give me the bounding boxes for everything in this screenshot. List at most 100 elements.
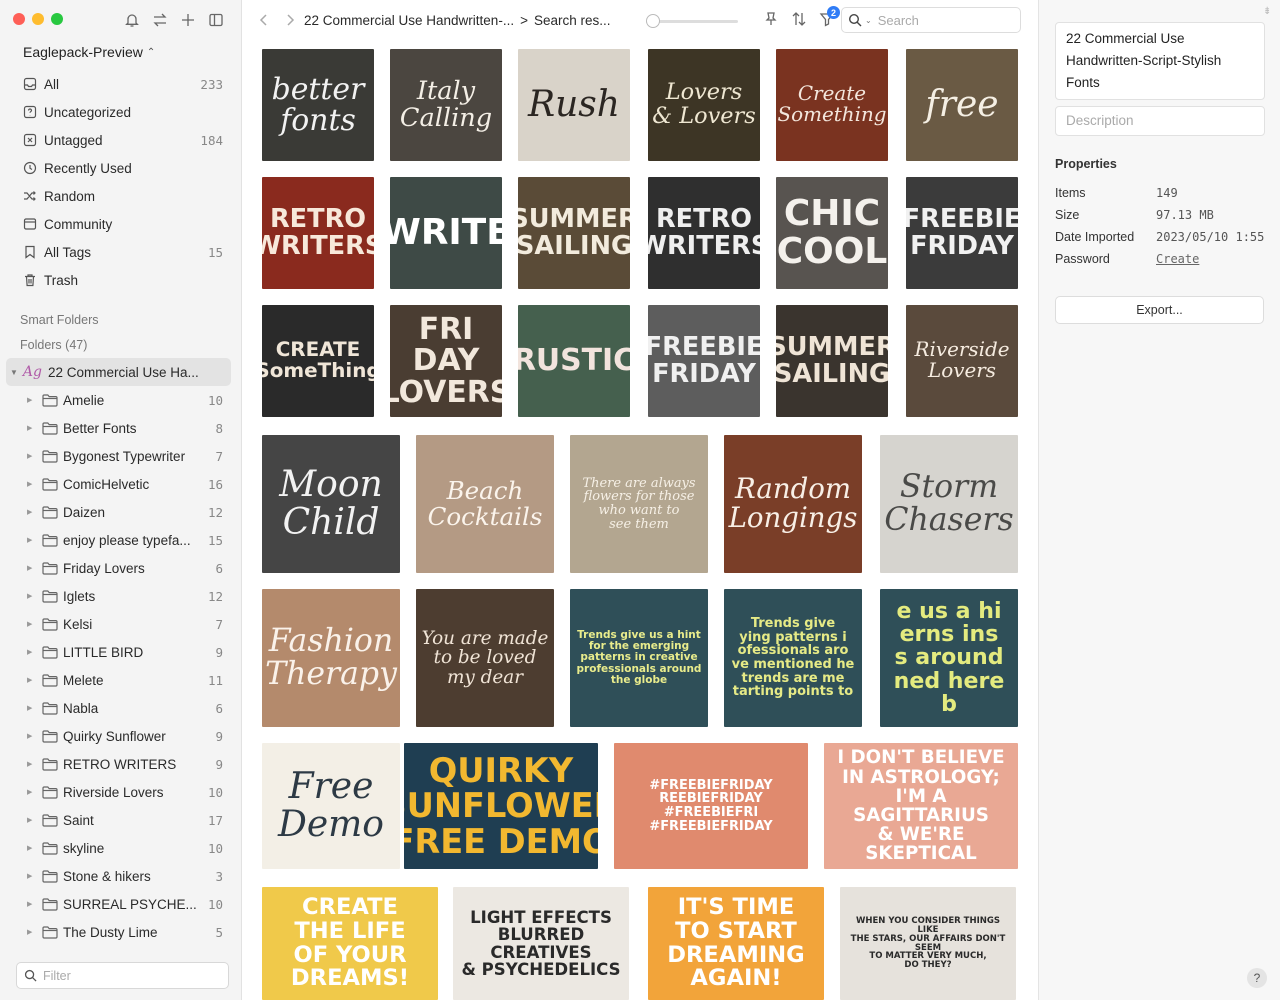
thumbnail-item[interactable]: There are always flowers for those who w… [570,435,708,573]
thumbnail-item[interactable]: Beach Cocktails [416,435,554,573]
thumbnail-item[interactable]: Fashion Therapy [262,589,400,727]
caret-right-icon[interactable]: ▶ [27,536,42,544]
close-window-button[interactable] [13,13,25,25]
thumbnail-item[interactable]: LIGHT EFFECTS BLURRED CREATIVES & PSYCHE… [453,887,629,1000]
folder-root-selected[interactable]: ▼ Ag 22 Commercial Use Ha... [6,358,231,386]
search-input[interactable]: ⌄ Search [841,7,1021,33]
nav-item-all-tags[interactable]: All Tags 15 [0,238,242,266]
caret-down-icon[interactable]: ▼ [10,368,18,377]
caret-right-icon[interactable]: ▶ [27,732,42,740]
thumbnail-item[interactable]: RUSTIC [518,305,630,417]
folder-item[interactable]: ▶ ComicHelvetic 16 [0,470,242,498]
caret-right-icon[interactable]: ▶ [27,648,42,656]
caret-right-icon[interactable]: ▶ [27,844,42,852]
folder-item[interactable]: ▶ Riverside Lovers 10 [0,778,242,806]
thumbnail-item[interactable]: Trends give ying patterns i ofessionals … [724,589,862,727]
thumbnail-item[interactable]: RETRO WRITERS [648,177,760,289]
caret-right-icon[interactable]: ▶ [27,676,42,684]
folder-item[interactable]: ▶ enjoy please typefa... 15 [0,526,242,554]
caret-right-icon[interactable]: ▶ [27,508,42,516]
folder-item[interactable]: ▶ Quirky Sunflower 9 [0,722,242,750]
breadcrumb-search[interactable]: Search res... [534,13,611,28]
nav-item-community[interactable]: Community [0,210,242,238]
folder-item[interactable]: ▶ Daizen 12 [0,498,242,526]
folder-item[interactable]: ▶ Better Fonts 8 [0,414,242,442]
caret-right-icon[interactable]: ▶ [27,480,42,488]
thumbnail-item[interactable]: Create Something [776,49,888,161]
forward-icon[interactable] [284,13,296,30]
create-password-link[interactable]: Create [1156,252,1199,266]
back-icon[interactable] [258,13,270,30]
folder-item[interactable]: ▶ Melete 11 [0,666,242,694]
thumbnail-item[interactable]: You are made to be loved my dear [416,589,554,727]
thumbnail-item[interactable]: QUIRKY SUNFLOWER FREE DEMO [404,743,598,869]
thumbnail-item[interactable]: better fonts [262,49,374,161]
export-button[interactable]: Export... [1055,296,1264,324]
caret-right-icon[interactable]: ▶ [27,760,42,768]
folder-item[interactable]: ▶ Iglets 12 [0,582,242,610]
thumbnail-item[interactable]: CREATE SomeThing [262,305,374,417]
caret-right-icon[interactable]: ▶ [27,788,42,796]
zoom-slider-knob[interactable] [646,14,660,28]
folder-item[interactable]: ▶ RETRO WRITERS 9 [0,750,242,778]
thumbnail-item[interactable]: Trends give us a hint for the emerging p… [570,589,708,727]
folder-item[interactable]: ▶ The Dusty Lime 5 [0,918,242,946]
thumbnail-item[interactable]: Rush [518,49,630,161]
caret-right-icon[interactable]: ▶ [27,396,42,404]
caret-right-icon[interactable]: ▶ [27,900,42,908]
folder-item[interactable]: ▶ Stone & hikers 3 [0,862,242,890]
thumbnail-item[interactable]: Free Demo [262,743,400,869]
bell-icon[interactable] [124,12,140,28]
sort-icon[interactable] [791,11,807,27]
thumbnail-item[interactable]: CREATE THE LIFE OF YOUR DREAMS! [262,887,438,1000]
thumbnail-item[interactable]: Random Longings [724,435,862,573]
sync-icon[interactable] [152,12,168,28]
thumbnail-item[interactable]: e us a hi erns ins s around ned here b [880,589,1018,727]
folders-header[interactable]: Folders (47) [20,338,87,352]
thumbnail-item[interactable]: FRI DAY LOVERS [390,305,502,417]
thumbnail-item[interactable]: FREEBIE FRIDAY [906,177,1018,289]
help-button[interactable]: ? [1247,968,1267,988]
thumbnail-item[interactable]: WHEN YOU CONSIDER THINGS LIKE THE STARS,… [840,887,1016,1000]
folder-item[interactable]: ▶ Saint 17 [0,806,242,834]
caret-right-icon[interactable]: ▶ [27,564,42,572]
smart-folders-header[interactable]: Smart Folders [20,313,99,327]
nav-item-recently-used[interactable]: Recently Used [0,154,242,182]
folder-item[interactable]: ▶ skyline 10 [0,834,242,862]
thumbnail-item[interactable]: WRITE [390,177,502,289]
folder-item[interactable]: ▶ Nabla 6 [0,694,242,722]
pin-icon[interactable] [763,11,779,27]
nav-item-random[interactable]: Random [0,182,242,210]
chevron-down-icon[interactable]: ⌄ [865,16,872,25]
caret-right-icon[interactable]: ▶ [27,620,42,628]
nav-item-all[interactable]: All 233 [0,70,242,98]
thumbnail-item[interactable]: #FREEBIEFRIDAY REEBIEFRIDAY #FREEBIEFRI … [614,743,808,869]
thumbnail-item[interactable]: Lovers & Lovers [648,49,760,161]
caret-right-icon[interactable]: ▶ [27,928,42,936]
nav-item-untagged[interactable]: Untagged 184 [0,126,242,154]
thumbnail-item[interactable]: RETRO WRITERS [262,177,374,289]
folder-item[interactable]: ▶ Bygonest Typewriter 7 [0,442,242,470]
thumbnail-item[interactable]: Storm Chasers [880,435,1018,573]
minimize-window-button[interactable] [32,13,44,25]
thumbnail-item[interactable]: SUMMER SAILING [518,177,630,289]
thumbnail-item[interactable]: I DON'T BELIEVE IN ASTROLOGY; I'M A SAGI… [824,743,1018,869]
thumbnail-item[interactable]: Riverside Lovers [906,305,1018,417]
thumbnail-item[interactable]: CHIC COOL [776,177,888,289]
caret-right-icon[interactable]: ▶ [27,872,42,880]
thumbnail-item[interactable]: FREEBIE FRIDAY [648,305,760,417]
description-field[interactable]: Description [1055,106,1265,136]
thumbnail-item[interactable]: free [906,49,1018,161]
thumbnail-item[interactable]: Moon Child [262,435,400,573]
zoom-slider[interactable] [646,14,738,28]
library-switcher[interactable]: Eaglepack-Preview ⌃ [23,44,155,60]
plus-icon[interactable] [180,12,196,28]
nav-item-trash[interactable]: Trash [0,266,242,294]
caret-right-icon[interactable]: ▶ [27,704,42,712]
folder-title-field[interactable]: 22 Commercial Use Handwritten-Script-Sty… [1055,22,1265,100]
filter-input[interactable]: Filter [16,962,229,989]
sidebar-toggle-icon[interactable] [208,12,224,28]
thumbnail-item[interactable]: SUMMER SAILING [776,305,888,417]
folder-item[interactable]: ▶ Kelsi 7 [0,610,242,638]
caret-right-icon[interactable]: ▶ [27,452,42,460]
